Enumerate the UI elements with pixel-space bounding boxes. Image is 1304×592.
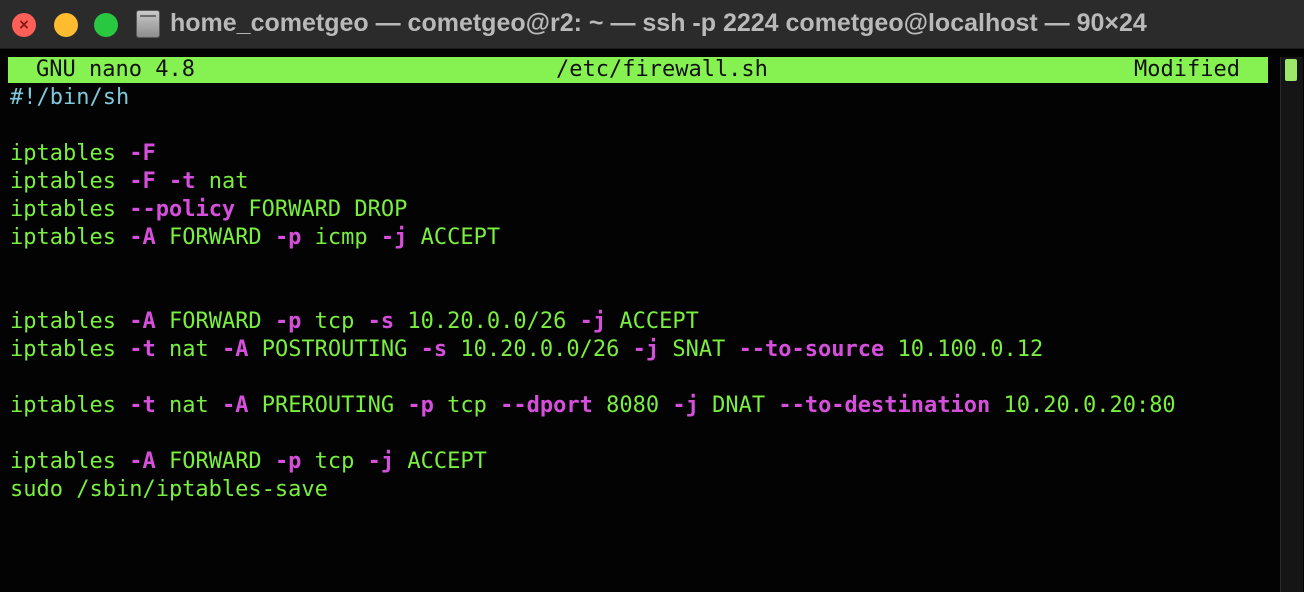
editor-line[interactable] xyxy=(10,252,1270,280)
code-token: 8080 xyxy=(592,393,673,418)
code-token: -p xyxy=(274,449,302,474)
code-token: -p xyxy=(274,225,302,250)
code-token: DNAT xyxy=(698,393,779,418)
code-token: -t xyxy=(168,169,196,194)
editor-line[interactable]: #!/bin/sh xyxy=(10,84,1270,112)
close-button[interactable]: × xyxy=(12,13,36,37)
code-token: -t xyxy=(129,393,156,418)
editor-line[interactable]: iptables -t nat -A PREROUTING -p tcp --d… xyxy=(10,392,1270,420)
nano-title-bar: GNU nano 4.8 /etc/firewall.sh Modified xyxy=(8,57,1268,83)
window-title: home_cometgeo — cometgeo@r2: ~ — ssh -p … xyxy=(170,9,1147,37)
code-token: iptables xyxy=(10,225,130,250)
editor-line[interactable]: iptables -t nat -A POSTROUTING -s 10.20.… xyxy=(10,336,1270,364)
editor-line[interactable]: iptables -F xyxy=(10,140,1270,168)
terminal-content[interactable]: GNU nano 4.8 /etc/firewall.sh Modified #… xyxy=(0,49,1304,592)
code-token: nat xyxy=(155,393,222,418)
editor-line[interactable] xyxy=(10,112,1270,140)
code-token: iptables xyxy=(10,141,130,166)
editor-line[interactable]: iptables --policy FORWARD DROP xyxy=(10,196,1270,224)
code-token: -A xyxy=(221,337,249,362)
editor-line[interactable]: iptables -F -t nat xyxy=(10,168,1270,196)
code-token: -A xyxy=(129,309,156,334)
code-token: #!/bin/sh xyxy=(10,85,130,110)
code-token: -F xyxy=(129,169,156,194)
code-token: -s xyxy=(367,309,395,334)
code-token: -j xyxy=(367,449,395,474)
code-token: iptables xyxy=(10,197,130,222)
vertical-scrollbar[interactable] xyxy=(1280,57,1303,592)
code-token: 10.20.0.0/26 xyxy=(447,337,633,362)
code-token: sudo /sbin/iptables-save xyxy=(10,477,328,502)
code-token: 10.20.0.0/26 xyxy=(394,309,580,334)
code-token: --to-destination xyxy=(778,393,991,418)
code-token: --dport xyxy=(500,393,593,418)
code-token: -p xyxy=(407,393,434,418)
editor-line[interactable] xyxy=(10,280,1270,308)
nano-filename: /etc/firewall.sh xyxy=(556,57,768,82)
code-token: FORWARD xyxy=(155,225,275,250)
title-bar[interactable]: × home_cometgeo — cometgeo@r2: ~ — ssh -… xyxy=(0,0,1304,49)
terminal-document-icon xyxy=(136,10,160,38)
code-token: PREROUTING xyxy=(248,393,408,418)
editor-line[interactable]: iptables -A FORWARD -p icmp -j ACCEPT xyxy=(10,224,1270,252)
code-token: -p xyxy=(274,309,302,334)
nano-modified-status: Modified xyxy=(1134,57,1240,82)
code-token: -A xyxy=(221,393,249,418)
editor-line[interactable] xyxy=(10,420,1270,448)
code-token: 10.100.0.12 xyxy=(884,337,1044,362)
editor-line[interactable]: sudo /sbin/iptables-save xyxy=(10,476,1270,504)
code-token: tcp xyxy=(433,393,501,418)
zoom-button[interactable] xyxy=(94,13,118,37)
code-token: -t xyxy=(129,337,156,362)
terminal-window: × home_cometgeo — cometgeo@r2: ~ — ssh -… xyxy=(0,0,1304,592)
code-token: --to-source xyxy=(738,337,885,362)
code-token: icmp xyxy=(301,225,381,250)
code-token: iptables xyxy=(10,449,130,474)
editor-line[interactable] xyxy=(10,364,1270,392)
code-token: -j xyxy=(579,309,607,334)
code-token: FORWARD xyxy=(155,309,275,334)
code-token: -j xyxy=(672,393,699,418)
code-token: nat xyxy=(195,169,249,194)
code-token: tcp xyxy=(301,309,368,334)
nano-version: GNU nano 4.8 xyxy=(36,57,195,82)
code-token: ACCEPT xyxy=(407,225,501,250)
code-token: tcp xyxy=(301,449,368,474)
editor-line[interactable]: iptables -A FORWARD -p tcp -j ACCEPT xyxy=(10,448,1270,476)
code-token: iptables xyxy=(10,169,130,194)
code-token: iptables xyxy=(10,309,130,334)
code-token: --policy xyxy=(129,197,236,222)
editor-line[interactable]: iptables -A FORWARD -p tcp -s 10.20.0.0/… xyxy=(10,308,1270,336)
minimize-button[interactable] xyxy=(54,13,78,37)
code-token: -A xyxy=(129,225,156,250)
code-token: nat xyxy=(155,337,222,362)
code-token: -j xyxy=(380,225,408,250)
close-icon: × xyxy=(18,17,30,33)
code-token: iptables xyxy=(10,393,130,418)
code-token: FORWARD DROP xyxy=(235,197,408,222)
code-token: FORWARD xyxy=(155,449,275,474)
code-token: POSTROUTING xyxy=(248,337,421,362)
code-token: -A xyxy=(129,449,156,474)
code-token: ACCEPT xyxy=(394,449,487,474)
scrollbar-thumb[interactable] xyxy=(1285,59,1297,81)
editor-buffer[interactable]: #!/bin/sh iptables -F iptables -F -t nat ip… xyxy=(10,84,1270,504)
code-token: -s xyxy=(420,337,448,362)
code-token: -j xyxy=(632,337,660,362)
code-token: -F xyxy=(129,141,156,166)
code-token: 10.20.0.20:80 xyxy=(990,393,1176,418)
code-token: iptables xyxy=(10,337,130,362)
code-token: ACCEPT xyxy=(606,309,699,334)
code-token: SNAT xyxy=(659,337,739,362)
